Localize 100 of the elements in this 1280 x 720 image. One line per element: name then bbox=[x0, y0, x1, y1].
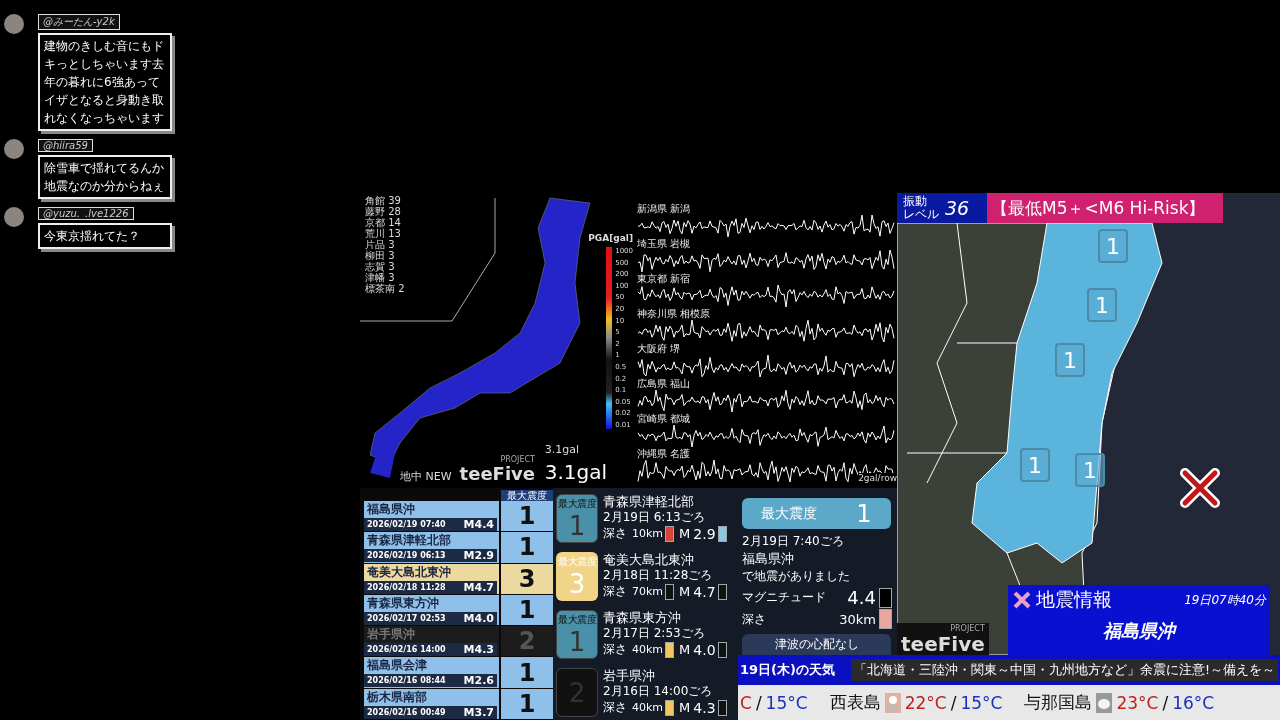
date-time: 2026/02/16 00:49 bbox=[367, 707, 446, 717]
region-name: 奄美大島北東沖 bbox=[366, 563, 452, 581]
intensity-marker: 1 bbox=[1087, 288, 1117, 322]
date-time: 2026/02/16 14:00 bbox=[367, 645, 446, 655]
map-label: 地中 NEW bbox=[400, 469, 452, 484]
epicenter-icon bbox=[1180, 468, 1220, 508]
quake-time: 19日07時40分 bbox=[1184, 591, 1266, 609]
intensity-cell: 1 bbox=[501, 657, 553, 688]
region-name: 青森県東方沖 bbox=[366, 594, 440, 612]
region-name: 青森県津軽北部 bbox=[366, 532, 452, 550]
station-count: 角館 39 bbox=[365, 195, 402, 206]
magnitude-label: M bbox=[679, 584, 691, 599]
magnitude: M3.7 bbox=[463, 705, 494, 719]
station-count: 志賀 3 bbox=[365, 261, 396, 272]
cloud-icon bbox=[1096, 692, 1113, 713]
station-label: 沖縄県 名護 bbox=[637, 448, 691, 459]
intensity-cell: 1 bbox=[501, 688, 553, 719]
station-label: 東京都 新宿 bbox=[637, 273, 691, 284]
pga-reading: 3.1gal bbox=[544, 460, 607, 484]
chat-username: @みーたん-y2k bbox=[38, 14, 120, 30]
intensity-marker: 1 bbox=[1075, 453, 1105, 487]
intensity-badge: 最大震度 1 bbox=[556, 494, 598, 543]
logo-caption: PROJECT bbox=[500, 456, 535, 464]
tsunami-notice: 津波の心配なし bbox=[742, 634, 891, 655]
station-count: 藤野 28 bbox=[365, 206, 402, 217]
risk-banner: 【最低M5＋<M6 Hi-Risk】 bbox=[987, 193, 1223, 223]
pga-reading: 3.1gal bbox=[544, 443, 579, 456]
intensity-marker: 1 bbox=[1098, 229, 1128, 263]
intensity-badge: 最大震度 3 bbox=[556, 552, 598, 601]
depth-label: 深さ bbox=[603, 525, 627, 542]
logo-caption: PROJECT bbox=[950, 625, 985, 633]
station-count: 柳田 3 bbox=[365, 250, 396, 261]
ticker-label: 19日(木)の天気 bbox=[740, 661, 836, 679]
chat-message: 除雪車で揺れてるんか地震なのか分からねぇ bbox=[38, 155, 172, 199]
high-temperature: C bbox=[740, 692, 752, 713]
intensity-cell: 1 bbox=[501, 594, 553, 626]
max-intensity-header: 最大震度 1 bbox=[742, 498, 891, 529]
high-temperature: 22°C bbox=[904, 692, 947, 713]
quake-time: 2月19日 6:13ごろ bbox=[603, 510, 706, 525]
quake-time: 2月19日 7:40ごろ bbox=[742, 533, 845, 550]
intensity-cell: 1 bbox=[501, 501, 553, 532]
scale-label: 2gal/row bbox=[858, 473, 897, 483]
region-name: 青森県東方沖 bbox=[603, 610, 682, 626]
magnitude-label: M bbox=[679, 642, 691, 657]
logo: teeFive bbox=[901, 633, 985, 655]
station-count: 京都 14 bbox=[365, 217, 402, 228]
chat-message: 建物のきしむ音にもドキっとしちゃいます去年の暮れに6強あってイザとなると身動き取れなくなっちゃいます bbox=[38, 33, 172, 131]
quake-time: 2月17日 2:53ごろ bbox=[603, 626, 706, 641]
depth-label: 深さ bbox=[603, 583, 627, 600]
avatar bbox=[4, 139, 24, 159]
region-name: 岩手県沖 bbox=[603, 668, 656, 684]
depth-value: 10km bbox=[632, 527, 664, 540]
station-label: 広島県 福山 bbox=[637, 378, 691, 389]
station-count: 片品 3 bbox=[365, 239, 396, 250]
magnitude-value: 4.3 bbox=[693, 699, 716, 716]
magnitude: M4.0 bbox=[463, 611, 494, 625]
station-count: 標茶南 2 bbox=[365, 283, 405, 294]
magnitude-label: M bbox=[679, 526, 691, 541]
sun-cloud-icon bbox=[884, 692, 901, 713]
depth-label: 深さ bbox=[742, 610, 766, 628]
region-name: 岩手県沖 bbox=[366, 626, 416, 644]
depth-value: 40km bbox=[632, 701, 664, 714]
avatar bbox=[4, 14, 24, 34]
region-name: 奄美大島北東沖 bbox=[603, 552, 695, 568]
chat-message: 今東京揺れてた？ bbox=[38, 223, 172, 249]
depth-value: 30km bbox=[839, 611, 876, 627]
date-time: 2026/02/18 11:28 bbox=[367, 582, 446, 592]
intensity-cell: 1 bbox=[501, 532, 553, 563]
station-label: 埼玉県 岩槻 bbox=[637, 238, 691, 249]
chat-username: @hiira59 bbox=[38, 139, 93, 152]
intensity-marker: 1 bbox=[1055, 343, 1085, 377]
intensity-badge: 最大震度 1 bbox=[556, 610, 598, 659]
high-temperature: 23°C bbox=[1116, 692, 1159, 713]
intensity-cell: 2 bbox=[501, 626, 553, 657]
magnitude-value: 4.0 bbox=[693, 641, 716, 658]
date-time: 2026/02/17 02:53 bbox=[367, 613, 446, 623]
low-temperature: 16°C bbox=[1172, 692, 1215, 713]
magnitude: M4.4 bbox=[463, 518, 494, 531]
intensity-cell: 3 bbox=[501, 563, 553, 594]
low-temperature: 15°C bbox=[960, 692, 1003, 713]
panel-title: 地震情報 bbox=[1036, 587, 1112, 612]
magnitude-value: 2.9 bbox=[693, 525, 716, 542]
station-label: 新潟県 新潟 bbox=[637, 203, 691, 214]
magnitude: M4.3 bbox=[463, 643, 494, 657]
magnitude: M2.9 bbox=[463, 549, 494, 563]
quake-time: 2月16日 14:00ごろ bbox=[603, 684, 714, 699]
region-name: 福島県沖 bbox=[366, 501, 416, 518]
temperature-separator: / bbox=[1162, 692, 1169, 713]
avatar bbox=[4, 207, 24, 227]
column-header: 最大震度 bbox=[501, 490, 553, 501]
low-temperature: 15°C bbox=[765, 692, 808, 713]
station-label: 大阪府 堺 bbox=[637, 343, 681, 354]
magnitude-value: 4.7 bbox=[693, 583, 716, 600]
chat-username: @yuzu._.lve1226 bbox=[38, 207, 134, 220]
station-label: 神奈川県 相模原 bbox=[637, 308, 711, 319]
temperature-separator: / bbox=[755, 692, 762, 713]
station-count: 津幡 3 bbox=[365, 272, 396, 283]
date-time: 2026/02/19 07:40 bbox=[367, 520, 446, 529]
ticker-headline: 「北海道・三陸沖・関東～中国・九州地方など」余震に注意!～備えを～ bbox=[851, 659, 1278, 681]
region-name: 青森県津軽北部 bbox=[603, 494, 695, 510]
